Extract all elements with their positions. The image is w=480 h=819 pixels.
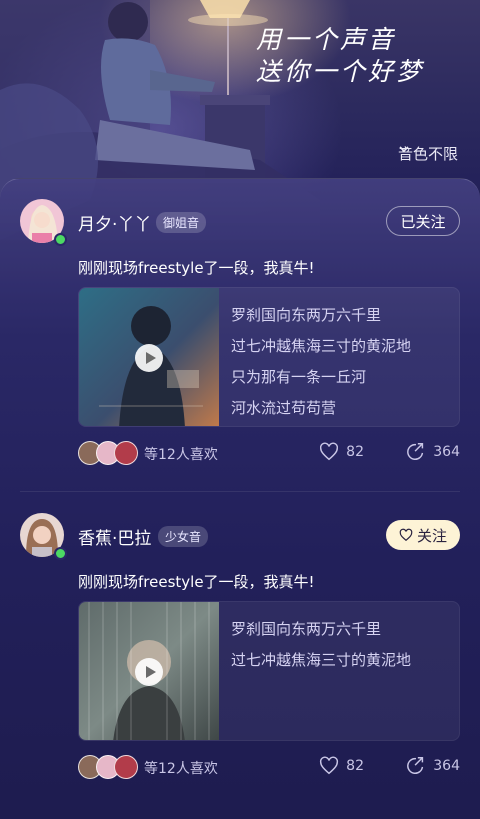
- lyric-line: 过七冲越焦海三寸的黄泥地: [231, 651, 412, 669]
- user-name[interactable]: 香蕉·巴拉: [78, 524, 151, 549]
- lyric-line: 罗刹国向东两万六千里: [231, 306, 382, 324]
- slogan: 用一个声音 送你一个好梦: [256, 24, 446, 88]
- like-button[interactable]: 82: [318, 441, 364, 463]
- post-stats: 等12人喜欢 82 364: [78, 755, 460, 781]
- like-button[interactable]: 82: [318, 755, 364, 777]
- post-text: 刚刚现场freestyle了一段，我真牛!: [78, 259, 315, 277]
- post-text: 刚刚现场freestyle了一段，我真牛!: [78, 573, 315, 591]
- user-name[interactable]: 月夕·丫丫: [78, 210, 151, 235]
- heart-icon: [320, 442, 339, 461]
- online-status-dot: [54, 233, 67, 246]
- feed-panel: 月夕·丫丫 御姐音 已关注 刚刚现场freestyle了一段，我真牛! 罗刹国向…: [0, 178, 480, 819]
- play-button[interactable]: [135, 658, 163, 686]
- voice-type-badge: 少女音: [158, 526, 209, 547]
- lyric-line: 罗刹国向东两万六千里: [231, 620, 382, 638]
- follow-button[interactable]: 已关注: [386, 206, 460, 236]
- share-button[interactable]: 364: [405, 441, 460, 463]
- liker-avatar: [114, 441, 138, 465]
- follow-button[interactable]: 关注: [386, 520, 460, 550]
- heart-icon: [320, 756, 339, 775]
- post-header: 月夕·丫丫 御姐音 已关注: [20, 199, 460, 246]
- play-button[interactable]: [135, 344, 163, 372]
- like-count: 82: [346, 758, 364, 774]
- voice-type-badge: 御姐音: [156, 212, 207, 233]
- lyrics: 罗刹国向东两万六千里 过七冲越焦海三寸的黄泥地: [231, 614, 411, 676]
- lyric-line: 过七冲越焦海三寸的黄泥地: [231, 337, 412, 355]
- divider: [20, 491, 460, 492]
- share-count: 364: [433, 444, 460, 460]
- likes-summary[interactable]: 等12人喜欢: [144, 758, 218, 778]
- share-button[interactable]: 364: [405, 755, 460, 777]
- chevron-down-icon: [399, 146, 409, 153]
- slogan-line-1: 用一个声音: [256, 25, 397, 54]
- share-icon: [407, 443, 424, 461]
- share-count: 364: [433, 758, 460, 774]
- post-stats: 等12人喜欢 82 364: [78, 441, 460, 467]
- follow-button-label: 关注: [416, 526, 447, 545]
- voice-filter-dropdown[interactable]: 音色不限: [398, 143, 458, 164]
- slogan-line-2: 送你一个好梦: [256, 57, 425, 86]
- lyrics: 罗刹国向东两万六千里 过七冲越焦海三寸的黄泥地 只为那有一条一丘河 河水流过苟苟…: [231, 300, 411, 424]
- lyric-line: 只为那有一条一丘河: [231, 368, 367, 386]
- like-count: 82: [346, 444, 364, 460]
- heart-icon: [399, 528, 413, 542]
- liker-avatars[interactable]: [78, 441, 142, 465]
- liker-avatars[interactable]: [78, 755, 142, 779]
- share-icon: [407, 757, 424, 775]
- online-status-dot: [54, 547, 67, 560]
- post-header: 香蕉·巴拉 少女音 关注: [20, 513, 460, 560]
- likes-summary[interactable]: 等12人喜欢: [144, 444, 218, 464]
- audio-card[interactable]: 罗刹国向东两万六千里 过七冲越焦海三寸的黄泥地: [78, 601, 460, 741]
- lyric-line: 河水流过苟苟营: [231, 399, 337, 417]
- liker-avatar: [114, 755, 138, 779]
- audio-card[interactable]: 罗刹国向东两万六千里 过七冲越焦海三寸的黄泥地 只为那有一条一丘河 河水流过苟苟…: [78, 287, 460, 427]
- follow-button-label: 已关注: [400, 212, 446, 231]
